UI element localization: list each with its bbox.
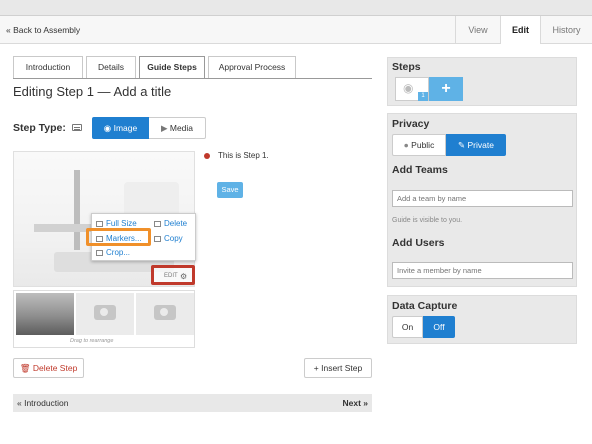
markers-highlight-box [86, 228, 151, 246]
add-image-slot-2[interactable] [76, 293, 134, 335]
step-type-media-label: Media [169, 123, 194, 133]
pencil-icon: ✎ [458, 140, 466, 150]
private-label: Private [467, 140, 494, 150]
data-capture-off-button[interactable]: Off [423, 316, 455, 338]
next-link[interactable]: Next » [342, 398, 368, 408]
bullet-dot-icon [204, 153, 210, 159]
tab-details[interactable]: Details [86, 56, 136, 78]
step-bullet-text[interactable]: This is Step 1. [218, 151, 269, 160]
add-camera-icon [94, 305, 116, 320]
data-capture-title: Data Capture [392, 300, 458, 312]
trash-icon: 🗑 [19, 363, 31, 373]
copy-icon [154, 236, 161, 242]
insert-step-label: Insert Step [321, 363, 363, 373]
camera-icon: ◉ [403, 81, 414, 95]
step-number-badge: 1 [418, 92, 428, 101]
step-type-image-button[interactable]: ◉ Image [92, 117, 149, 139]
tab-history[interactable]: History [540, 16, 592, 44]
data-capture-on-button[interactable]: On [392, 316, 423, 338]
page-header: « Back to Assembly View Edit History [0, 16, 592, 44]
full-size-menu-item[interactable]: Full Size [96, 219, 137, 228]
delete-step-button[interactable]: 🗑 Delete Step [13, 358, 84, 378]
delete-label: Delete [164, 219, 188, 228]
add-team-input[interactable] [392, 190, 573, 207]
tab-guide-steps[interactable]: Guide Steps [139, 56, 205, 79]
keyboard-icon [72, 124, 82, 131]
tab-approval-process[interactable]: Approval Process [208, 56, 296, 78]
delete-menu-item[interactable]: Delete [154, 219, 187, 228]
tab-view[interactable]: View [455, 16, 500, 44]
privacy-title: Privacy [392, 118, 430, 130]
prev-link[interactable]: « Introduction [17, 398, 69, 408]
insert-step-button[interactable]: + Insert Step [304, 358, 372, 378]
add-teams-title: Add Teams [392, 164, 448, 176]
globe-icon: ● [403, 140, 409, 150]
add-step-button[interactable]: + [429, 77, 463, 101]
add-image-slot-3[interactable] [136, 293, 194, 335]
gear-icon: ⚙ [180, 272, 188, 281]
step-type-media-button[interactable]: ▶ Media [149, 117, 206, 139]
privacy-private-button[interactable]: ✎ Private [446, 134, 506, 156]
copy-menu-item[interactable]: Copy [154, 234, 183, 243]
browser-top-strip [0, 0, 592, 16]
visibility-hint: Guide is visible to you. [392, 217, 463, 224]
tab-edit[interactable]: Edit [500, 16, 540, 44]
tab-introduction[interactable]: Introduction [13, 56, 83, 78]
copy-label: Copy [164, 234, 183, 243]
back-to-assembly-link[interactable]: « Back to Assembly [6, 25, 80, 35]
add-camera-icon [154, 305, 176, 320]
add-users-title: Add Users [392, 237, 445, 249]
crop-icon [96, 250, 103, 256]
step-type-image-label: Image [113, 123, 138, 133]
video-icon: ▶ [160, 123, 168, 133]
full-size-label: Full Size [106, 219, 137, 228]
drag-hint: Drag to rearrange [70, 338, 114, 344]
step-type-label: Step Type: [13, 122, 66, 134]
trash-icon [154, 221, 161, 227]
crop-menu-item[interactable]: Crop... [96, 248, 130, 257]
camera-icon: ◉ [103, 123, 112, 133]
expand-icon [96, 221, 103, 227]
invite-member-input[interactable] [392, 262, 573, 279]
crop-label: Crop... [106, 248, 131, 257]
tabs-divider [13, 78, 372, 79]
public-label: Public [411, 140, 435, 150]
privacy-public-button[interactable]: ● Public [392, 134, 446, 156]
delete-step-label: Delete Step [32, 363, 78, 373]
save-button[interactable]: Save [217, 182, 243, 198]
plus-icon: + [313, 363, 319, 373]
step-navigation: « Introduction Next » [13, 394, 372, 412]
page-title: Editing Step 1 — Add a title [13, 84, 172, 99]
image-thumbnail-1[interactable] [16, 293, 74, 335]
steps-title: Steps [392, 61, 421, 73]
edit-label: EDIT [164, 273, 178, 279]
